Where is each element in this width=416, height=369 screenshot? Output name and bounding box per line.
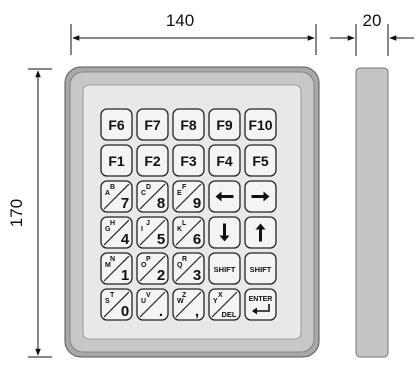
key-alt-letter: Q xyxy=(177,262,183,269)
key-alt-letter: U xyxy=(141,298,146,305)
keypad-front-view: F6 F7 F8 F9 F10F1 F2 F3 F4 F5AB7CD8EF9GH4IJ5KL6M… xyxy=(64,66,320,358)
key-label: 0 xyxy=(121,303,129,320)
key-f1[interactable]: F1 xyxy=(100,144,133,177)
key-alt-letter: N xyxy=(110,256,115,263)
key-numeric[interactable]: YX DEL xyxy=(208,288,241,321)
key-label: . xyxy=(159,303,163,320)
key-label: F5 xyxy=(252,153,269,169)
key-alt-letter: P xyxy=(146,256,151,263)
keypad-drawing: 140 20 170 F6 F7 F8 F9 F10F1 F2 F3 F4 F5AB7CD8EF… xyxy=(7,11,414,358)
depth-label: 20 xyxy=(363,11,382,30)
key-alt-letter: G xyxy=(105,226,111,233)
key-alt-letter: X xyxy=(218,292,223,299)
key-label: F6 xyxy=(108,117,125,133)
key-label: 7 xyxy=(121,195,129,212)
key-label: 8 xyxy=(157,195,165,212)
key-alt-letter: I xyxy=(141,226,143,233)
height-label: 170 xyxy=(7,199,26,227)
key-f8[interactable]: F8 xyxy=(172,108,205,141)
key-numeric[interactable]: MN1 xyxy=(100,252,133,285)
depth-dimension: 20 xyxy=(330,11,414,56)
key-alt-letter: K xyxy=(177,226,182,233)
width-dimension: 140 xyxy=(70,11,317,55)
width-label: 140 xyxy=(166,11,194,30)
key-alt-letter: T xyxy=(110,292,115,299)
key-alt-letter: E xyxy=(177,190,182,197)
key-f2[interactable]: F2 xyxy=(136,144,169,177)
key-alt-letter: C xyxy=(141,190,146,197)
key-alt-letter: L xyxy=(182,220,187,227)
key-alt-letter: F xyxy=(182,184,187,191)
key-alt-letter: J xyxy=(146,220,150,227)
key-label: F9 xyxy=(216,117,233,133)
key-f6[interactable]: F6 xyxy=(100,108,133,141)
key-label: SHIFT xyxy=(250,265,272,274)
key-label: F8 xyxy=(180,117,197,133)
key-numeric[interactable]: WZ, xyxy=(172,288,205,321)
key-label: 9 xyxy=(193,195,201,212)
key-numeric[interactable]: UV. xyxy=(136,288,169,321)
keypad-side-view xyxy=(355,67,389,358)
key-label: 2 xyxy=(157,267,165,284)
key-up-arrow[interactable] xyxy=(244,216,277,249)
key-label: 1 xyxy=(121,267,129,284)
key-label: , xyxy=(195,303,199,320)
key-label: SHIFT xyxy=(214,265,236,274)
key-label: 3 xyxy=(193,267,201,284)
key-alt-letter: O xyxy=(141,262,147,269)
key-shift[interactable]: SHIFT xyxy=(208,252,241,285)
key-numeric[interactable]: CD8 xyxy=(136,180,169,213)
key-label: 5 xyxy=(157,231,165,248)
key-label: 6 xyxy=(193,231,201,248)
key-alt-letter: W xyxy=(177,298,184,305)
key-alt-letter: M xyxy=(105,262,111,269)
key-alt-letter: A xyxy=(105,190,110,197)
key-down-arrow[interactable] xyxy=(208,216,241,249)
key-numeric[interactable]: AB7 xyxy=(100,180,133,213)
key-enter[interactable]: ENTER xyxy=(244,288,277,321)
key-label: DEL xyxy=(222,310,237,319)
key-f7[interactable]: F7 xyxy=(136,108,169,141)
key-numeric[interactable]: GH4 xyxy=(100,216,133,249)
key-left-arrow[interactable] xyxy=(208,180,241,213)
key-f5[interactable]: F5 xyxy=(244,144,277,177)
key-alt-letter: B xyxy=(110,184,115,191)
key-right-arrow[interactable] xyxy=(244,180,277,213)
key-f3[interactable]: F3 xyxy=(172,144,205,177)
key-f9[interactable]: F9 xyxy=(208,108,241,141)
key-numeric[interactable]: OP2 xyxy=(136,252,169,285)
key-numeric[interactable]: IJ5 xyxy=(136,216,169,249)
key-label: F2 xyxy=(144,153,161,169)
key-f4[interactable]: F4 xyxy=(208,144,241,177)
key-label: F3 xyxy=(180,153,197,169)
key-numeric[interactable]: EF9 xyxy=(172,180,205,213)
key-numeric[interactable]: KL6 xyxy=(172,216,205,249)
key-numeric[interactable]: QR3 xyxy=(172,252,205,285)
key-alt-letter: D xyxy=(146,184,151,191)
key-alt-letter: S xyxy=(105,298,110,305)
key-label: F1 xyxy=(108,153,125,169)
key-label: F7 xyxy=(144,117,161,133)
key-f10[interactable]: F10 xyxy=(244,108,277,141)
key-label: F10 xyxy=(248,117,272,133)
key-alt-letter: V xyxy=(146,292,151,299)
key-label: 4 xyxy=(121,231,130,248)
key-label: ENTER xyxy=(249,296,273,303)
key-alt-letter: Y xyxy=(213,298,218,305)
key-alt-letter: H xyxy=(110,220,115,227)
key-numeric[interactable]: ST0 xyxy=(100,288,133,321)
key-label: F4 xyxy=(216,153,233,169)
height-dimension: 170 xyxy=(7,68,52,358)
key-shift[interactable]: SHIFT xyxy=(244,252,277,285)
key-alt-letter: R xyxy=(182,256,187,263)
key-alt-letter: Z xyxy=(182,292,187,299)
